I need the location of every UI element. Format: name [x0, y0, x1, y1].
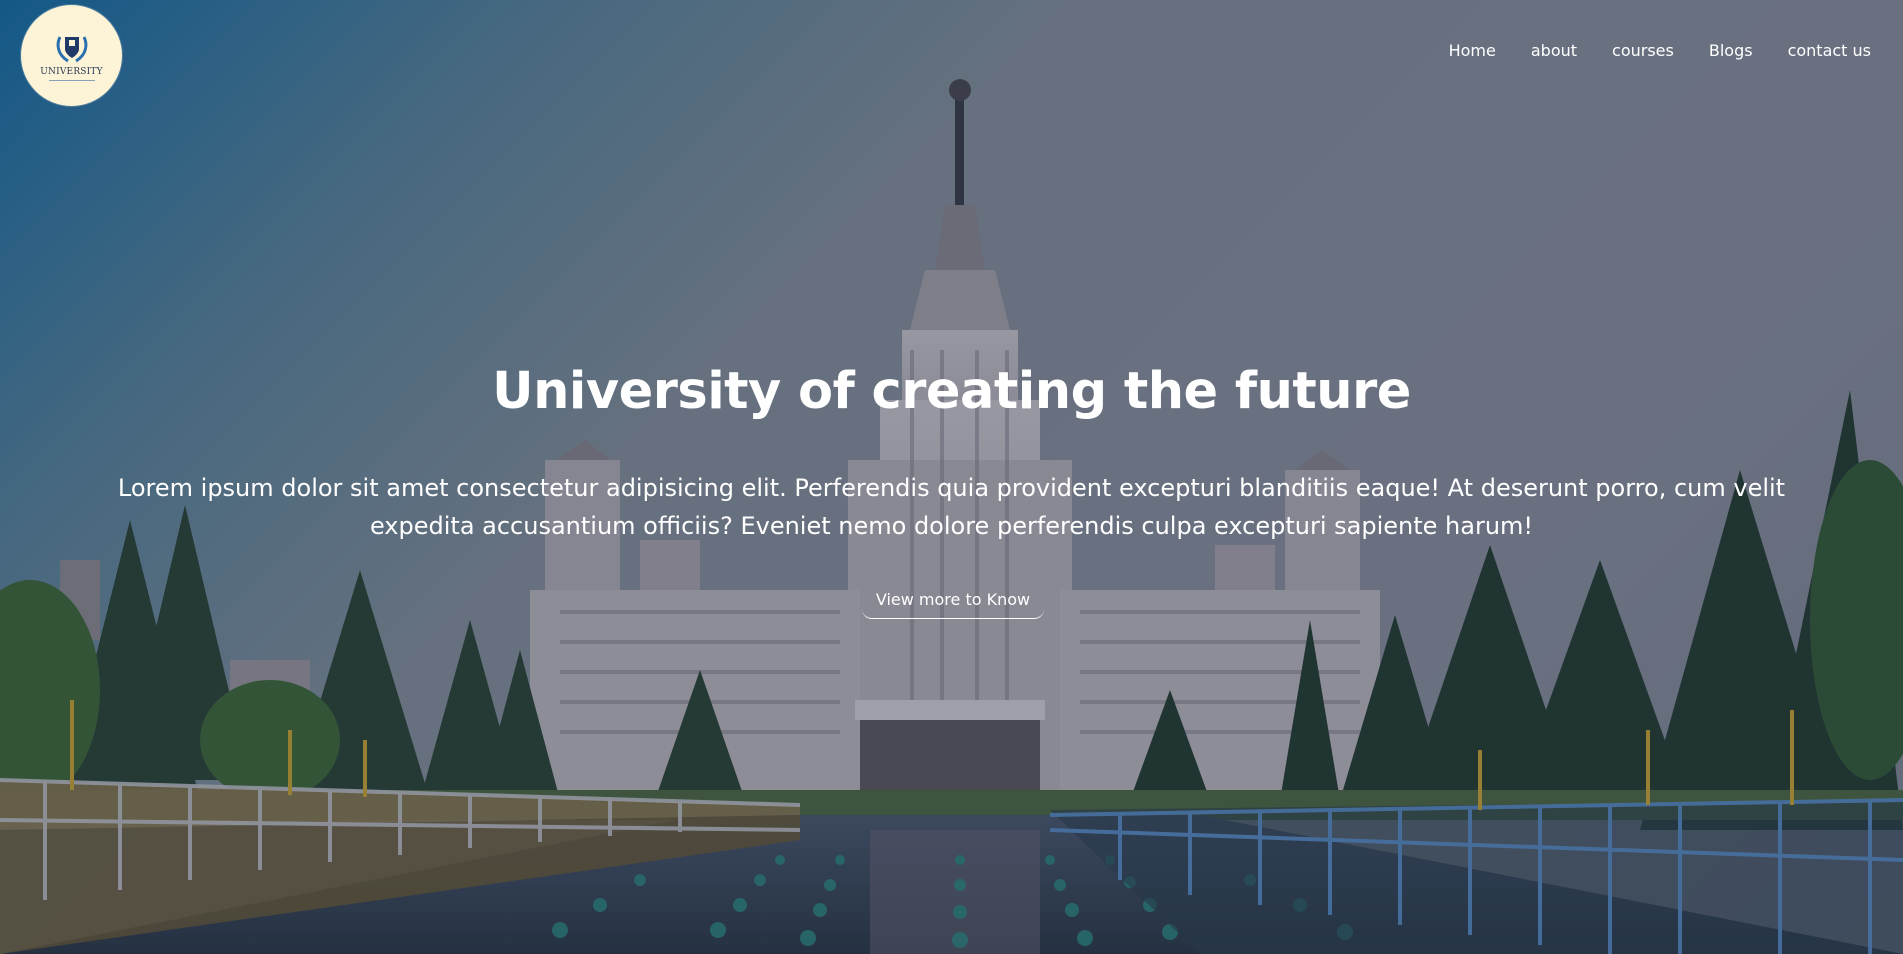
- logo-divider: [48, 79, 95, 81]
- nav-about[interactable]: about: [1531, 40, 1577, 62]
- hero-description: Lorem ipsum dolor sit amet consectetur a…: [117, 474, 1786, 540]
- nav-contact-us[interactable]: contact us: [1788, 40, 1871, 62]
- view-more-button[interactable]: View more to Know: [862, 585, 1044, 619]
- hero-section: UNIVERSITY Home about courses Blogs cont…: [0, 0, 1903, 954]
- logo-text: UNIVERSITY: [40, 66, 103, 77]
- nav-home[interactable]: Home: [1449, 40, 1496, 62]
- nav-blogs[interactable]: Blogs: [1709, 40, 1753, 62]
- university-logo[interactable]: UNIVERSITY: [21, 5, 122, 106]
- hero-title: University of creating the future: [492, 362, 1411, 421]
- crest-icon: [56, 35, 87, 62]
- main-nav: Home about courses Blogs contact us: [1414, 40, 1871, 62]
- nav-courses[interactable]: courses: [1612, 40, 1674, 62]
